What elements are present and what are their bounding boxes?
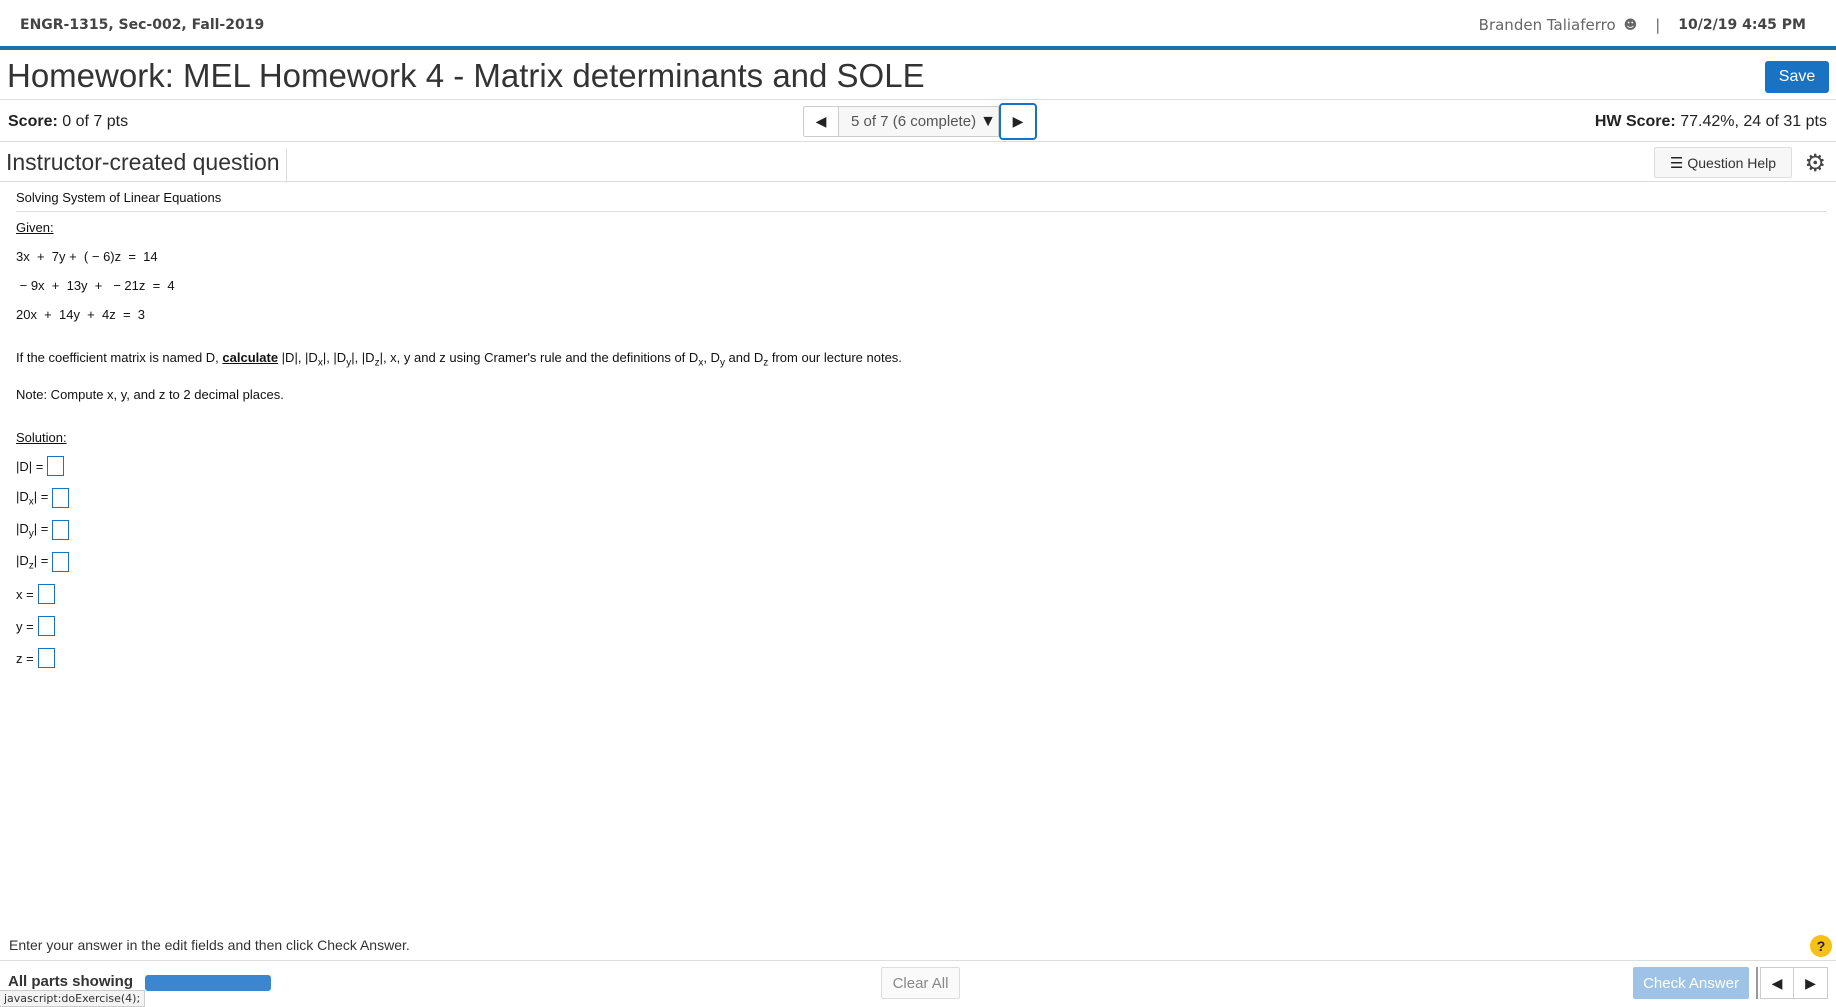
datetime: 10/2/19 4:45 PM: [1678, 17, 1806, 33]
score: Score: 0 of 7 pts: [8, 113, 128, 131]
label-text: |D: [16, 520, 29, 536]
label-text: |D: [16, 552, 29, 568]
label-text: |D: [16, 488, 29, 504]
instruction-text: , D: [703, 350, 720, 365]
triangle-left-icon: ◀: [1771, 974, 1783, 991]
bottom-next-button[interactable]: ▶: [1794, 967, 1828, 999]
answer-label-y: y =: [16, 618, 34, 634]
question-help-label: Question Help: [1687, 154, 1777, 171]
calculate-emphasis: calculate: [222, 350, 279, 365]
answer-input-d[interactable]: [47, 456, 65, 477]
answer-row-y: y =: [16, 616, 1826, 637]
answer-input-y[interactable]: [37, 616, 55, 637]
equation-3: 20x + 14y + 4z = 3: [16, 307, 145, 322]
top-bar: ENGR-1315, Sec-002, Fall-2019 Branden Ta…: [0, 0, 1836, 50]
label-text: | =: [33, 552, 49, 568]
solution-label: Solution:: [16, 429, 67, 445]
user-icon[interactable]: ☻: [1624, 18, 1638, 33]
check-answer-button[interactable]: Check Answer: [1633, 967, 1749, 999]
answer-label-dx: |Dx| =: [16, 489, 48, 508]
note: Note: Compute x, y, and z to 2 decimal p…: [16, 386, 284, 402]
problem-title: Solving System of Linear Equations: [16, 190, 1826, 212]
question-header: Instructor-created question ☰ Question H…: [0, 142, 1836, 183]
help-icon[interactable]: ?: [1810, 935, 1832, 957]
answer-label-dz: |Dz| =: [16, 553, 48, 572]
course-name: ENGR-1315, Sec-002, Fall-2019: [20, 17, 265, 33]
instruction-text: |, |D: [351, 350, 375, 365]
question-navigator: ◀ 5 of 7 (6 complete) ▼ ▶: [803, 103, 1037, 140]
separator: |: [1655, 16, 1661, 34]
triangle-right-icon: ▶: [1805, 974, 1816, 991]
triangle-left-icon: ◀: [815, 113, 827, 129]
status-url: javascript:doExercise(4);: [0, 990, 146, 1007]
parts-label: All parts showing: [8, 973, 134, 990]
answer-label-dy: |Dy| =: [16, 521, 48, 540]
instruction-text: |D|, |D: [278, 350, 318, 365]
bottom-previous-button[interactable]: ◀: [1760, 967, 1794, 999]
hw-score-value: 77.42%, 24 of 31 pts: [1680, 113, 1827, 130]
answer-label-z: z =: [16, 650, 34, 666]
score-value: 0 of 7 pts: [62, 113, 129, 130]
answer-input-z[interactable]: [37, 648, 55, 669]
triangle-right-icon: ▶: [1012, 113, 1024, 129]
hw-score-label: HW Score:: [1594, 113, 1676, 130]
bottom-bar: All parts showing javascript:doExercise(…: [0, 960, 1836, 1007]
answer-row-dz: |Dz| =: [16, 552, 1826, 573]
instruction-text: If the coefficient matrix is named D,: [16, 350, 223, 365]
page-title: Homework: MEL Homework 4 - Matrix determ…: [7, 57, 925, 94]
instruction-text: |, |D: [322, 350, 347, 365]
score-row: Score: 0 of 7 pts ◀ 5 of 7 (6 complete) …: [0, 101, 1836, 142]
footer-instruction: Enter your answer in the edit fields and…: [9, 937, 410, 953]
answer-label-x: x =: [16, 586, 34, 602]
answer-row-d: |D| =: [16, 456, 1826, 477]
list-icon: ☰: [1669, 154, 1684, 172]
answer-input-dy[interactable]: [52, 520, 70, 541]
answer-input-x[interactable]: [37, 584, 55, 605]
answer-row-dy: |Dy| =: [16, 520, 1826, 541]
equation-1: 3x + 7y + ( − 6)z = 14: [16, 249, 158, 264]
question-selector-label: 5 of 7 (6 complete): [851, 113, 977, 130]
user-name[interactable]: Branden Taliaferro: [1479, 16, 1616, 34]
answer-input-dz[interactable]: [52, 552, 70, 573]
bottom-navigator: ◀ ▶: [1756, 967, 1828, 999]
previous-question-button[interactable]: ◀: [803, 106, 839, 137]
save-button[interactable]: Save: [1765, 61, 1829, 93]
label-text: | =: [33, 488, 49, 504]
answer-label-d: |D| =: [16, 458, 44, 474]
user-info: Branden Taliaferro ☻ | 10/2/19 4:45 PM: [1479, 16, 1806, 34]
question-selector[interactable]: 5 of 7 (6 complete) ▼: [839, 106, 999, 137]
title-row: Homework: MEL Homework 4 - Matrix determ…: [0, 54, 1836, 100]
given-label: Given:: [16, 220, 54, 235]
problem-instruction: If the coefficient matrix is named D, ca…: [16, 350, 1826, 369]
instruction-text: and D: [724, 350, 764, 365]
score-label: Score:: [8, 113, 58, 130]
equation-2: − 9x + 13y + − 21z = 4: [16, 278, 175, 293]
answer-row-x: x =: [16, 584, 1826, 605]
question-title: Instructor-created question: [6, 149, 287, 183]
question-help-button[interactable]: ☰ Question Help: [1654, 147, 1792, 178]
instruction-text: |, x, y and z using Cramer's rule and th…: [379, 350, 699, 365]
answer-input-dx[interactable]: [52, 488, 70, 509]
parts-progress-bar: [145, 975, 271, 991]
answer-row-dx: |Dx| =: [16, 488, 1826, 509]
hw-score: HW Score: 77.42%, 24 of 31 pts: [1595, 113, 1827, 131]
instruction-text: from our lecture notes.: [768, 350, 902, 365]
label-text: | =: [33, 520, 49, 536]
question-content: Solving System of Linear Equations Given…: [16, 190, 1826, 669]
caret-down-icon: ▼: [980, 112, 996, 130]
gear-icon[interactable]: ⚙: [1804, 149, 1826, 178]
clear-all-button[interactable]: Clear All: [881, 967, 960, 999]
answer-row-z: z =: [16, 648, 1826, 669]
next-question-button[interactable]: ▶: [999, 103, 1037, 140]
